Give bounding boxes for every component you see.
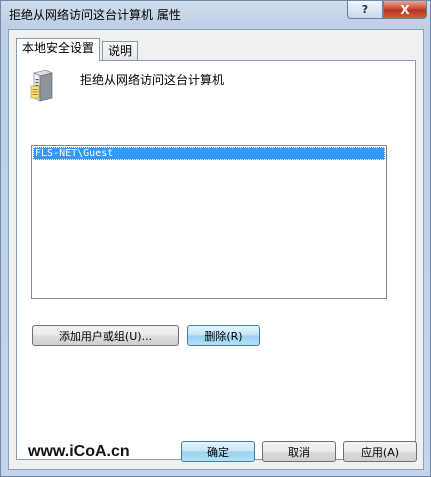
list-item[interactable]: FLS-NET\Guest bbox=[33, 147, 385, 160]
tab-explain[interactable]: 说明 bbox=[102, 41, 139, 62]
accounts-listbox[interactable]: FLS-NET\Guest bbox=[31, 145, 387, 299]
ok-button[interactable]: 确定 bbox=[181, 441, 255, 462]
tab-label: 说明 bbox=[108, 44, 133, 58]
title-bar[interactable]: 拒绝从网络访问这台计算机 属性 ? X bbox=[1, 1, 430, 27]
watermark-text: www.iCoA.cn bbox=[28, 443, 130, 460]
tab-local-security-setting[interactable]: 本地安全设置 bbox=[16, 38, 101, 61]
tab-label: 本地安全设置 bbox=[22, 41, 95, 55]
close-button[interactable]: X bbox=[383, 1, 427, 19]
cancel-button[interactable]: 取消 bbox=[262, 441, 336, 462]
tab-panel: 拒绝从网络访问这台计算机 FLS-NET\Guest 添加用户或组(U)... … bbox=[16, 60, 416, 460]
apply-button[interactable]: 应用(A) bbox=[343, 441, 417, 462]
help-icon: ? bbox=[361, 3, 369, 16]
window-title: 拒绝从网络访问这台计算机 属性 bbox=[9, 8, 181, 22]
server-icon bbox=[30, 70, 53, 102]
dialog-body: 本地安全设置 说明 拒绝从网络访问这台计算机 FLS-NET\Guest 添加用… bbox=[8, 29, 424, 470]
policy-name: 拒绝从网络访问这台计算机 bbox=[80, 73, 225, 87]
properties-dialog: 拒绝从网络访问这台计算机 属性 ? X 本地安全设置 说明 拒绝从网络访问这台计… bbox=[0, 0, 431, 477]
close-icon: X bbox=[400, 2, 410, 17]
help-button[interactable]: ? bbox=[347, 1, 383, 19]
add-user-or-group-button[interactable]: 添加用户或组(U)... bbox=[32, 325, 179, 346]
remove-button[interactable]: 删除(R) bbox=[187, 325, 260, 346]
